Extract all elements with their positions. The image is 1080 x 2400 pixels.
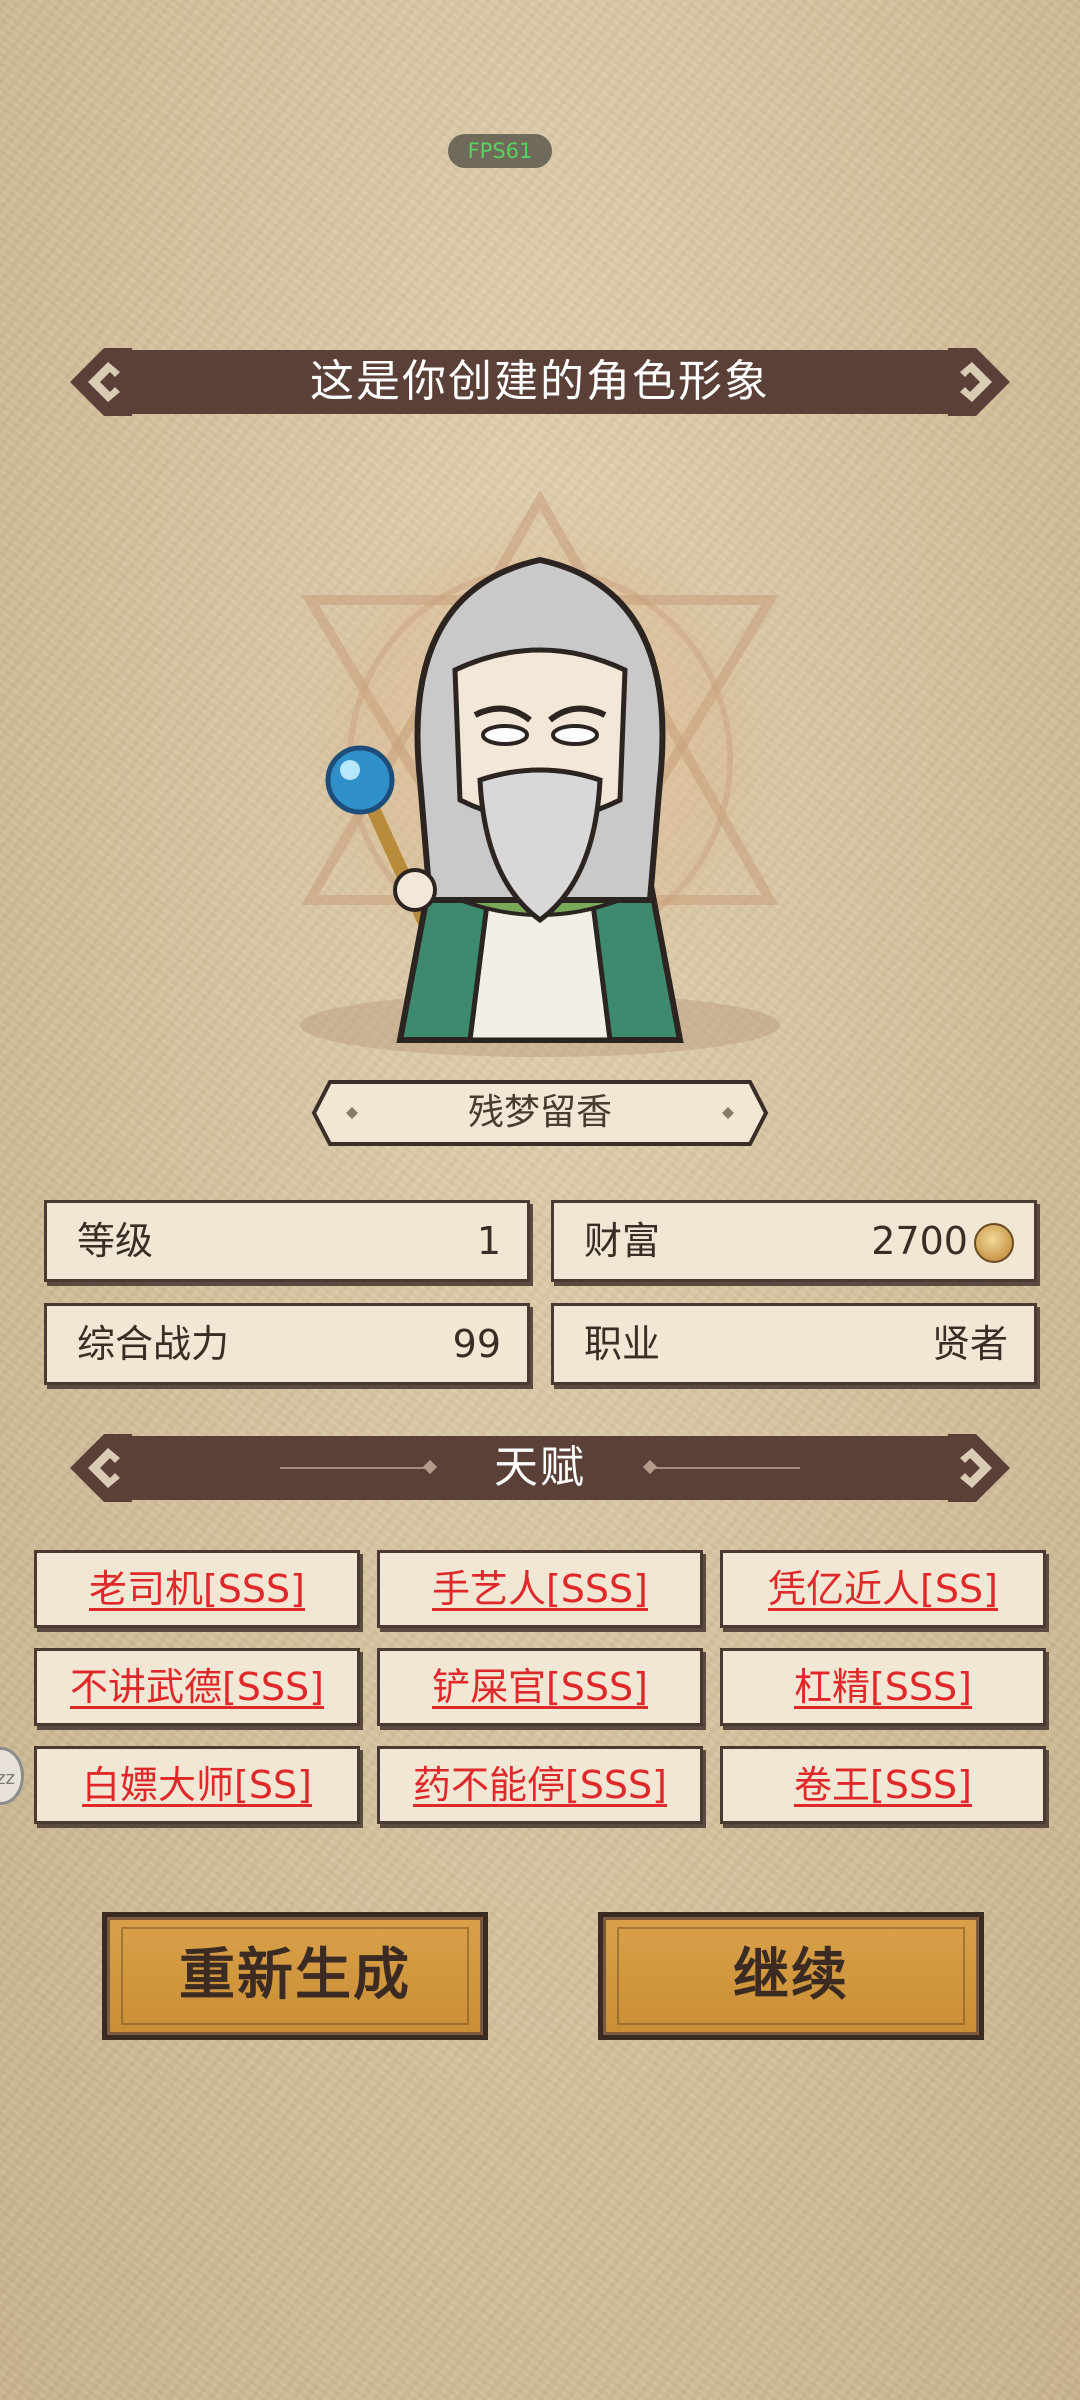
talent-title: 天赋 — [494, 1442, 586, 1493]
talent-item[interactable]: 药不能停[SSS] — [377, 1746, 703, 1824]
continue-button-label: 继续 — [733, 1943, 849, 2008]
coin-icon — [974, 1223, 1014, 1263]
regenerate-button[interactable]: 重新生成 — [102, 1912, 488, 2040]
stat-power: 综合战力 99 — [44, 1303, 530, 1385]
talent-item[interactable]: 手艺人[SSS] — [377, 1550, 703, 1628]
continue-button[interactable]: 继续 — [598, 1912, 984, 2040]
level-value: 1 — [476, 1219, 501, 1263]
talent-item[interactable]: 不讲武德[SSS] — [34, 1648, 360, 1726]
stat-job: 职业 贤者 — [551, 1303, 1037, 1385]
title-banner: 这是你创建的角色形象 — [70, 346, 1010, 418]
character-name: 残梦留香 — [467, 1092, 612, 1133]
talent-item[interactable]: 卷王[SSS] — [720, 1746, 1046, 1824]
job-label: 职业 — [584, 1322, 661, 1366]
character-name-plate: 残梦留香 — [310, 1078, 770, 1148]
fps-counter: FPS61 — [448, 134, 552, 168]
wealth-label: 财富 — [584, 1219, 661, 1263]
power-label: 综合战力 — [77, 1322, 230, 1366]
talent-item[interactable]: 杠精[SSS] — [720, 1648, 1046, 1726]
talent-item[interactable]: 老司机[SSS] — [34, 1550, 360, 1628]
side-float-handle[interactable]: zz — [0, 1747, 24, 1805]
power-value: 99 — [452, 1322, 501, 1366]
page-title: 这是你创建的角色形象 — [310, 356, 770, 407]
stat-level: 等级 1 — [44, 1200, 530, 1282]
character-portrait — [270, 489, 810, 1057]
talent-item[interactable]: 凭亿近人[SS] — [720, 1550, 1046, 1628]
talent-item[interactable]: 白嫖大师[SS] — [34, 1746, 360, 1824]
wealth-value: 2700 — [871, 1219, 968, 1263]
stat-wealth: 财富 2700 — [551, 1200, 1037, 1282]
talent-banner: 天赋 — [70, 1432, 1010, 1504]
job-value: 贤者 — [931, 1322, 1008, 1366]
talent-item[interactable]: 铲屎官[SSS] — [377, 1648, 703, 1726]
regenerate-button-label: 重新生成 — [179, 1943, 411, 2008]
level-label: 等级 — [77, 1219, 154, 1263]
